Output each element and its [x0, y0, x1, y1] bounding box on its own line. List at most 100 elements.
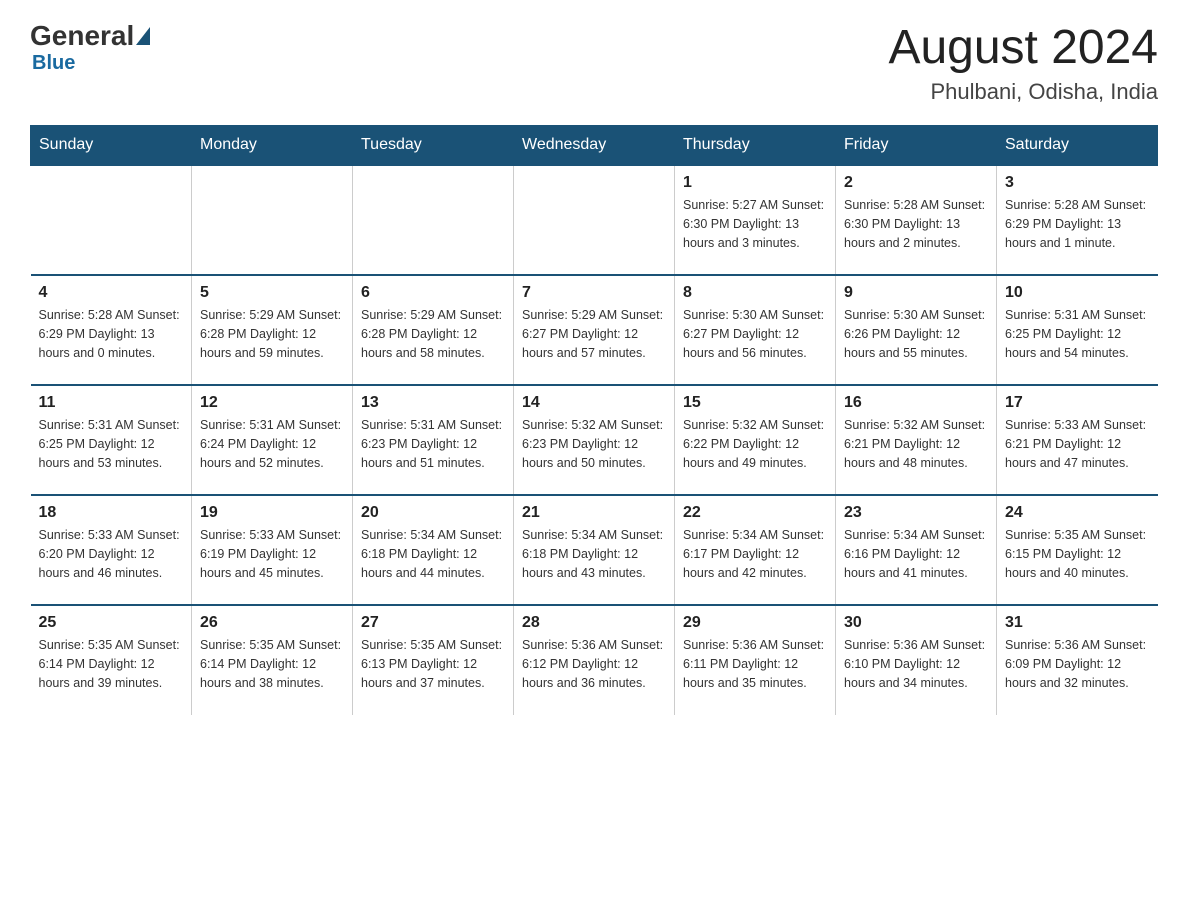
day-number: 10 — [1005, 284, 1150, 302]
day-number: 29 — [683, 614, 827, 632]
day-number: 7 — [522, 284, 666, 302]
day-info: Sunrise: 5:34 AM Sunset: 6:18 PM Dayligh… — [361, 526, 505, 582]
calendar-cell: 5 Sunrise: 5:29 AM Sunset: 6:28 PM Daylig… — [192, 275, 353, 385]
calendar-week-row: 18 Sunrise: 5:33 AM Sunset: 6:20 PM Dayli… — [31, 495, 1158, 605]
day-number: 4 — [39, 284, 184, 302]
day-info: Sunrise: 5:31 AM Sunset: 6:23 PM Dayligh… — [361, 416, 505, 472]
day-number: 11 — [39, 394, 184, 412]
day-info: Sunrise: 5:35 AM Sunset: 6:13 PM Dayligh… — [361, 636, 505, 692]
day-number: 25 — [39, 614, 184, 632]
day-info: Sunrise: 5:31 AM Sunset: 6:24 PM Dayligh… — [200, 416, 344, 472]
day-info: Sunrise: 5:28 AM Sunset: 6:30 PM Dayligh… — [844, 196, 988, 252]
day-info: Sunrise: 5:29 AM Sunset: 6:28 PM Dayligh… — [200, 306, 344, 362]
calendar-cell: 7 Sunrise: 5:29 AM Sunset: 6:27 PM Daylig… — [514, 275, 675, 385]
calendar-cell: 22 Sunrise: 5:34 AM Sunset: 6:17 PM Dayli… — [675, 495, 836, 605]
day-info: Sunrise: 5:34 AM Sunset: 6:18 PM Dayligh… — [522, 526, 666, 582]
calendar-week-row: 4 Sunrise: 5:28 AM Sunset: 6:29 PM Daylig… — [31, 275, 1158, 385]
calendar-cell — [192, 165, 353, 275]
day-number: 22 — [683, 504, 827, 522]
day-info: Sunrise: 5:36 AM Sunset: 6:10 PM Dayligh… — [844, 636, 988, 692]
calendar-cell: 29 Sunrise: 5:36 AM Sunset: 6:11 PM Dayli… — [675, 605, 836, 715]
day-header-wednesday: Wednesday — [514, 126, 675, 166]
calendar-cell: 23Sunrise: 5:34 AM Sunset: 6:16 PM Dayli… — [836, 495, 997, 605]
day-number: 21 — [522, 504, 666, 522]
day-info: Sunrise: 5:33 AM Sunset: 6:21 PM Dayligh… — [1005, 416, 1150, 472]
calendar-week-row: 1Sunrise: 5:27 AM Sunset: 6:30 PM Daylig… — [31, 165, 1158, 275]
day-number: 12 — [200, 394, 344, 412]
calendar-cell: 31Sunrise: 5:36 AM Sunset: 6:09 PM Dayli… — [997, 605, 1158, 715]
calendar-cell: 12 Sunrise: 5:31 AM Sunset: 6:24 PM Dayli… — [192, 385, 353, 495]
day-header-thursday: Thursday — [675, 126, 836, 166]
day-info: Sunrise: 5:35 AM Sunset: 6:15 PM Dayligh… — [1005, 526, 1150, 582]
calendar-cell: 14 Sunrise: 5:32 AM Sunset: 6:23 PM Dayli… — [514, 385, 675, 495]
day-info: Sunrise: 5:28 AM Sunset: 6:29 PM Dayligh… — [39, 306, 184, 362]
day-info: Sunrise: 5:32 AM Sunset: 6:23 PM Dayligh… — [522, 416, 666, 472]
day-info: Sunrise: 5:33 AM Sunset: 6:20 PM Dayligh… — [39, 526, 184, 582]
day-info: Sunrise: 5:31 AM Sunset: 6:25 PM Dayligh… — [39, 416, 184, 472]
calendar-cell: 2 Sunrise: 5:28 AM Sunset: 6:30 PM Daylig… — [836, 165, 997, 275]
calendar-cell: 24Sunrise: 5:35 AM Sunset: 6:15 PM Dayli… — [997, 495, 1158, 605]
calendar-cell: 11 Sunrise: 5:31 AM Sunset: 6:25 PM Dayli… — [31, 385, 192, 495]
day-number: 3 — [1005, 174, 1150, 192]
day-info: Sunrise: 5:29 AM Sunset: 6:27 PM Dayligh… — [522, 306, 666, 362]
day-info: Sunrise: 5:31 AM Sunset: 6:25 PM Dayligh… — [1005, 306, 1150, 362]
calendar-table: SundayMondayTuesdayWednesdayThursdayFrid… — [30, 125, 1158, 715]
day-number: 5 — [200, 284, 344, 302]
day-number: 28 — [522, 614, 666, 632]
day-info: Sunrise: 5:33 AM Sunset: 6:19 PM Dayligh… — [200, 526, 344, 582]
logo-general-text: General — [30, 20, 134, 52]
day-header-saturday: Saturday — [997, 126, 1158, 166]
calendar-cell: 8Sunrise: 5:30 AM Sunset: 6:27 PM Daylig… — [675, 275, 836, 385]
day-info: Sunrise: 5:30 AM Sunset: 6:26 PM Dayligh… — [844, 306, 988, 362]
calendar-cell: 15 Sunrise: 5:32 AM Sunset: 6:22 PM Dayli… — [675, 385, 836, 495]
logo: General Blue — [30, 20, 152, 75]
day-info: Sunrise: 5:34 AM Sunset: 6:16 PM Dayligh… — [844, 526, 988, 582]
day-info: Sunrise: 5:32 AM Sunset: 6:22 PM Dayligh… — [683, 416, 827, 472]
calendar-cell: 13Sunrise: 5:31 AM Sunset: 6:23 PM Dayli… — [353, 385, 514, 495]
day-info: Sunrise: 5:32 AM Sunset: 6:21 PM Dayligh… — [844, 416, 988, 472]
calendar-cell: 16 Sunrise: 5:32 AM Sunset: 6:21 PM Dayli… — [836, 385, 997, 495]
day-header-friday: Friday — [836, 126, 997, 166]
calendar-cell: 25 Sunrise: 5:35 AM Sunset: 6:14 PM Dayli… — [31, 605, 192, 715]
calendar-cell: 21 Sunrise: 5:34 AM Sunset: 6:18 PM Dayli… — [514, 495, 675, 605]
calendar-cell: 26Sunrise: 5:35 AM Sunset: 6:14 PM Dayli… — [192, 605, 353, 715]
calendar-cell: 20 Sunrise: 5:34 AM Sunset: 6:18 PM Dayli… — [353, 495, 514, 605]
day-info: Sunrise: 5:28 AM Sunset: 6:29 PM Dayligh… — [1005, 196, 1150, 252]
calendar-cell — [514, 165, 675, 275]
calendar-cell — [31, 165, 192, 275]
day-number: 9 — [844, 284, 988, 302]
calendar-cell: 19 Sunrise: 5:33 AM Sunset: 6:19 PM Dayli… — [192, 495, 353, 605]
calendar-cell: 4 Sunrise: 5:28 AM Sunset: 6:29 PM Daylig… — [31, 275, 192, 385]
day-number: 14 — [522, 394, 666, 412]
calendar-cell: 27 Sunrise: 5:35 AM Sunset: 6:13 PM Dayli… — [353, 605, 514, 715]
calendar-cell: 10 Sunrise: 5:31 AM Sunset: 6:25 PM Dayli… — [997, 275, 1158, 385]
day-number: 20 — [361, 504, 505, 522]
day-number: 15 — [683, 394, 827, 412]
day-number: 19 — [200, 504, 344, 522]
calendar-cell: 28 Sunrise: 5:36 AM Sunset: 6:12 PM Dayli… — [514, 605, 675, 715]
day-info: Sunrise: 5:36 AM Sunset: 6:12 PM Dayligh… — [522, 636, 666, 692]
calendar-cell — [353, 165, 514, 275]
day-number: 26 — [200, 614, 344, 632]
day-info: Sunrise: 5:36 AM Sunset: 6:11 PM Dayligh… — [683, 636, 827, 692]
title-section: August 2024 Phulbani, Odisha, India — [888, 20, 1158, 105]
page-header: General Blue August 2024 Phulbani, Odish… — [30, 20, 1158, 105]
day-info: Sunrise: 5:34 AM Sunset: 6:17 PM Dayligh… — [683, 526, 827, 582]
day-header-tuesday: Tuesday — [353, 126, 514, 166]
calendar-cell: 9 Sunrise: 5:30 AM Sunset: 6:26 PM Daylig… — [836, 275, 997, 385]
day-info: Sunrise: 5:36 AM Sunset: 6:09 PM Dayligh… — [1005, 636, 1150, 692]
day-info: Sunrise: 5:35 AM Sunset: 6:14 PM Dayligh… — [39, 636, 184, 692]
day-info: Sunrise: 5:29 AM Sunset: 6:28 PM Dayligh… — [361, 306, 505, 362]
day-number: 2 — [844, 174, 988, 192]
day-number: 16 — [844, 394, 988, 412]
day-info: Sunrise: 5:30 AM Sunset: 6:27 PM Dayligh… — [683, 306, 827, 362]
day-info: Sunrise: 5:27 AM Sunset: 6:30 PM Dayligh… — [683, 196, 827, 252]
calendar-cell: 3 Sunrise: 5:28 AM Sunset: 6:29 PM Daylig… — [997, 165, 1158, 275]
calendar-week-row: 25 Sunrise: 5:35 AM Sunset: 6:14 PM Dayli… — [31, 605, 1158, 715]
logo-blue-text: Blue — [32, 52, 75, 75]
month-title: August 2024 — [888, 20, 1158, 75]
day-number: 18 — [39, 504, 184, 522]
calendar-header-row: SundayMondayTuesdayWednesdayThursdayFrid… — [31, 126, 1158, 166]
day-number: 27 — [361, 614, 505, 632]
day-number: 30 — [844, 614, 988, 632]
